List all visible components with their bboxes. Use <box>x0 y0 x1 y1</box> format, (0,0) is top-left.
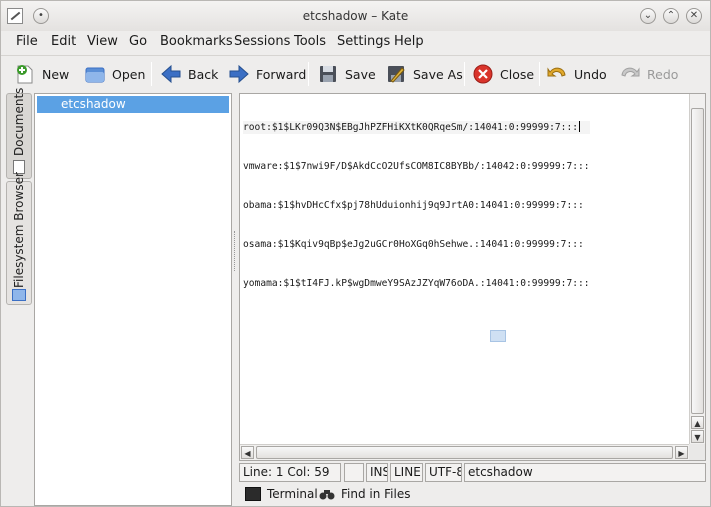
scroll-left-icon[interactable]: ◀ <box>241 446 254 459</box>
undo-label: Undo <box>574 66 607 82</box>
tab-filesystem-browser[interactable]: Filesystem Browser <box>6 172 32 305</box>
tab-documents-label: Documents <box>12 87 26 156</box>
code-line: obama:$1$hvDHcCfx$pj78hUduionhij9q9JrtA0… <box>243 200 584 211</box>
cursor-position: Line: 1 Col: 59 <box>239 463 341 482</box>
close-window-icon[interactable]: ✕ <box>686 8 702 24</box>
encoding[interactable]: UTF-8 <box>425 463 462 482</box>
document-item[interactable]: etcshadow <box>37 96 229 113</box>
save-as-button[interactable]: Save As <box>385 60 463 88</box>
window-title: etcshadow – Kate <box>302 9 409 23</box>
close-button[interactable]: Close <box>472 60 534 88</box>
scroll-up-icon[interactable]: ▲ <box>691 416 704 429</box>
scroll-down-icon[interactable]: ▼ <box>691 430 704 443</box>
find-in-files-label: Find in Files <box>341 487 411 501</box>
menu-help[interactable]: Help <box>394 34 424 49</box>
selection-mode[interactable]: LINE <box>390 463 423 482</box>
status-filename: etcshadow <box>464 463 706 482</box>
code-line: root:$1$LKr09Q3N$EBgJhPZFHiKXtK0QRqeSm/:… <box>243 121 590 134</box>
menu-bar: File Edit View Go Bookmarks Sessions Too… <box>1 31 710 53</box>
undo-icon <box>546 63 568 85</box>
menu-file[interactable]: File <box>16 34 38 49</box>
forward-button[interactable]: Forward <box>228 60 306 88</box>
scroll-corner <box>689 444 705 460</box>
redo-button[interactable]: Redo <box>619 60 678 88</box>
save-as-icon <box>385 63 407 85</box>
tool-view-bar: Terminal Find in Files <box>239 485 706 505</box>
vertical-scroll-thumb[interactable] <box>691 108 704 414</box>
scroll-right-icon[interactable]: ▶ <box>675 446 688 459</box>
tab-documents[interactable]: Documents <box>6 88 32 179</box>
horizontal-scrollbar[interactable]: ◀ ▶ <box>240 444 691 460</box>
toolbar-separator <box>464 62 465 86</box>
back-button[interactable]: Back <box>160 60 218 88</box>
terminal-icon <box>245 487 261 501</box>
menu-view[interactable]: View <box>87 34 118 49</box>
code-line: yomama:$1$tI4FJ.kP$wgDmweY9SAzJZYqW76oDA… <box>243 278 590 289</box>
text-cursor <box>579 121 581 132</box>
back-label: Back <box>188 66 219 82</box>
editor-content[interactable]: root:$1$LKr09Q3N$EBgJhPZFHiKXtK0QRqeSm/:… <box>243 95 590 316</box>
tab-filesystem-label: Filesystem Browser <box>12 172 26 288</box>
code-line-text: root:$1$LKr09Q3N$EBgJhPZFHiKXtK0QRqeSm/:… <box>243 122 579 133</box>
save-as-label: Save As <box>413 66 463 82</box>
main-toolbar: New Open Back Forward Save Save As Close… <box>1 55 710 91</box>
save-button[interactable]: Save <box>317 60 376 88</box>
modified-indicator <box>344 463 364 482</box>
toolbar-separator <box>539 62 540 86</box>
horizontal-scroll-thumb[interactable] <box>256 446 673 459</box>
folder-icon <box>12 289 26 301</box>
terminal-button[interactable]: Terminal <box>245 487 318 501</box>
documents-list: etcshadow <box>34 93 232 506</box>
menu-sessions[interactable]: Sessions <box>234 34 290 49</box>
close-label: Close <box>500 66 535 82</box>
side-tab-bar: Documents Filesystem Browser <box>6 88 32 503</box>
menu-bookmarks[interactable]: Bookmarks <box>160 34 233 49</box>
new-label: New <box>42 66 70 82</box>
vertical-scrollbar[interactable]: ▲ ▼ <box>689 94 705 444</box>
maximize-icon[interactable]: ⌃ <box>663 8 679 24</box>
status-bar: Line: 1 Col: 59 INS LINE UTF-8 etcshadow <box>239 463 706 482</box>
title-bar[interactable]: • etcshadow – Kate ⌄ ⌃ ✕ <box>1 1 710 31</box>
forward-label: Forward <box>256 66 307 82</box>
open-label: Open <box>112 66 146 82</box>
open-folder-icon <box>84 63 106 85</box>
find-in-files-button[interactable]: Find in Files <box>319 487 411 501</box>
forward-arrow-icon <box>228 63 250 85</box>
back-arrow-icon <box>160 63 182 85</box>
menu-tools[interactable]: Tools <box>294 34 326 49</box>
minimize-icon[interactable]: ⌄ <box>640 8 656 24</box>
menu-settings[interactable]: Settings <box>337 34 390 49</box>
code-line: vmware:$1$7nwi9F/D$AkdCcO2UfsCOM8IC8BYBb… <box>243 161 590 172</box>
drag-placeholder-icon <box>490 330 506 342</box>
new-button[interactable]: New <box>14 60 69 88</box>
close-icon <box>472 63 494 85</box>
terminal-label: Terminal <box>267 487 318 501</box>
code-line: osama:$1$Kqiv9qBp$eJg2uGCr0HoXGq0hSehwe.… <box>243 239 584 250</box>
toolbar-separator <box>151 62 152 86</box>
undo-button[interactable]: Undo <box>546 60 607 88</box>
open-button[interactable]: Open <box>84 60 145 88</box>
panel-splitter-handle[interactable] <box>234 231 237 271</box>
redo-icon <box>619 63 641 85</box>
menu-edit[interactable]: Edit <box>51 34 76 49</box>
redo-label: Redo <box>647 66 679 82</box>
kate-window: • etcshadow – Kate ⌄ ⌃ ✕ File Edit View … <box>0 0 711 507</box>
binoculars-icon <box>319 487 335 501</box>
insert-mode[interactable]: INS <box>366 463 388 482</box>
text-editor[interactable]: root:$1$LKr09Q3N$EBgJhPZFHiKXtK0QRqeSm/:… <box>239 93 706 461</box>
menu-go[interactable]: Go <box>129 34 147 49</box>
new-document-icon <box>14 63 36 85</box>
toolbar-separator <box>308 62 309 86</box>
save-label: Save <box>345 66 376 82</box>
save-disk-icon <box>317 63 339 85</box>
